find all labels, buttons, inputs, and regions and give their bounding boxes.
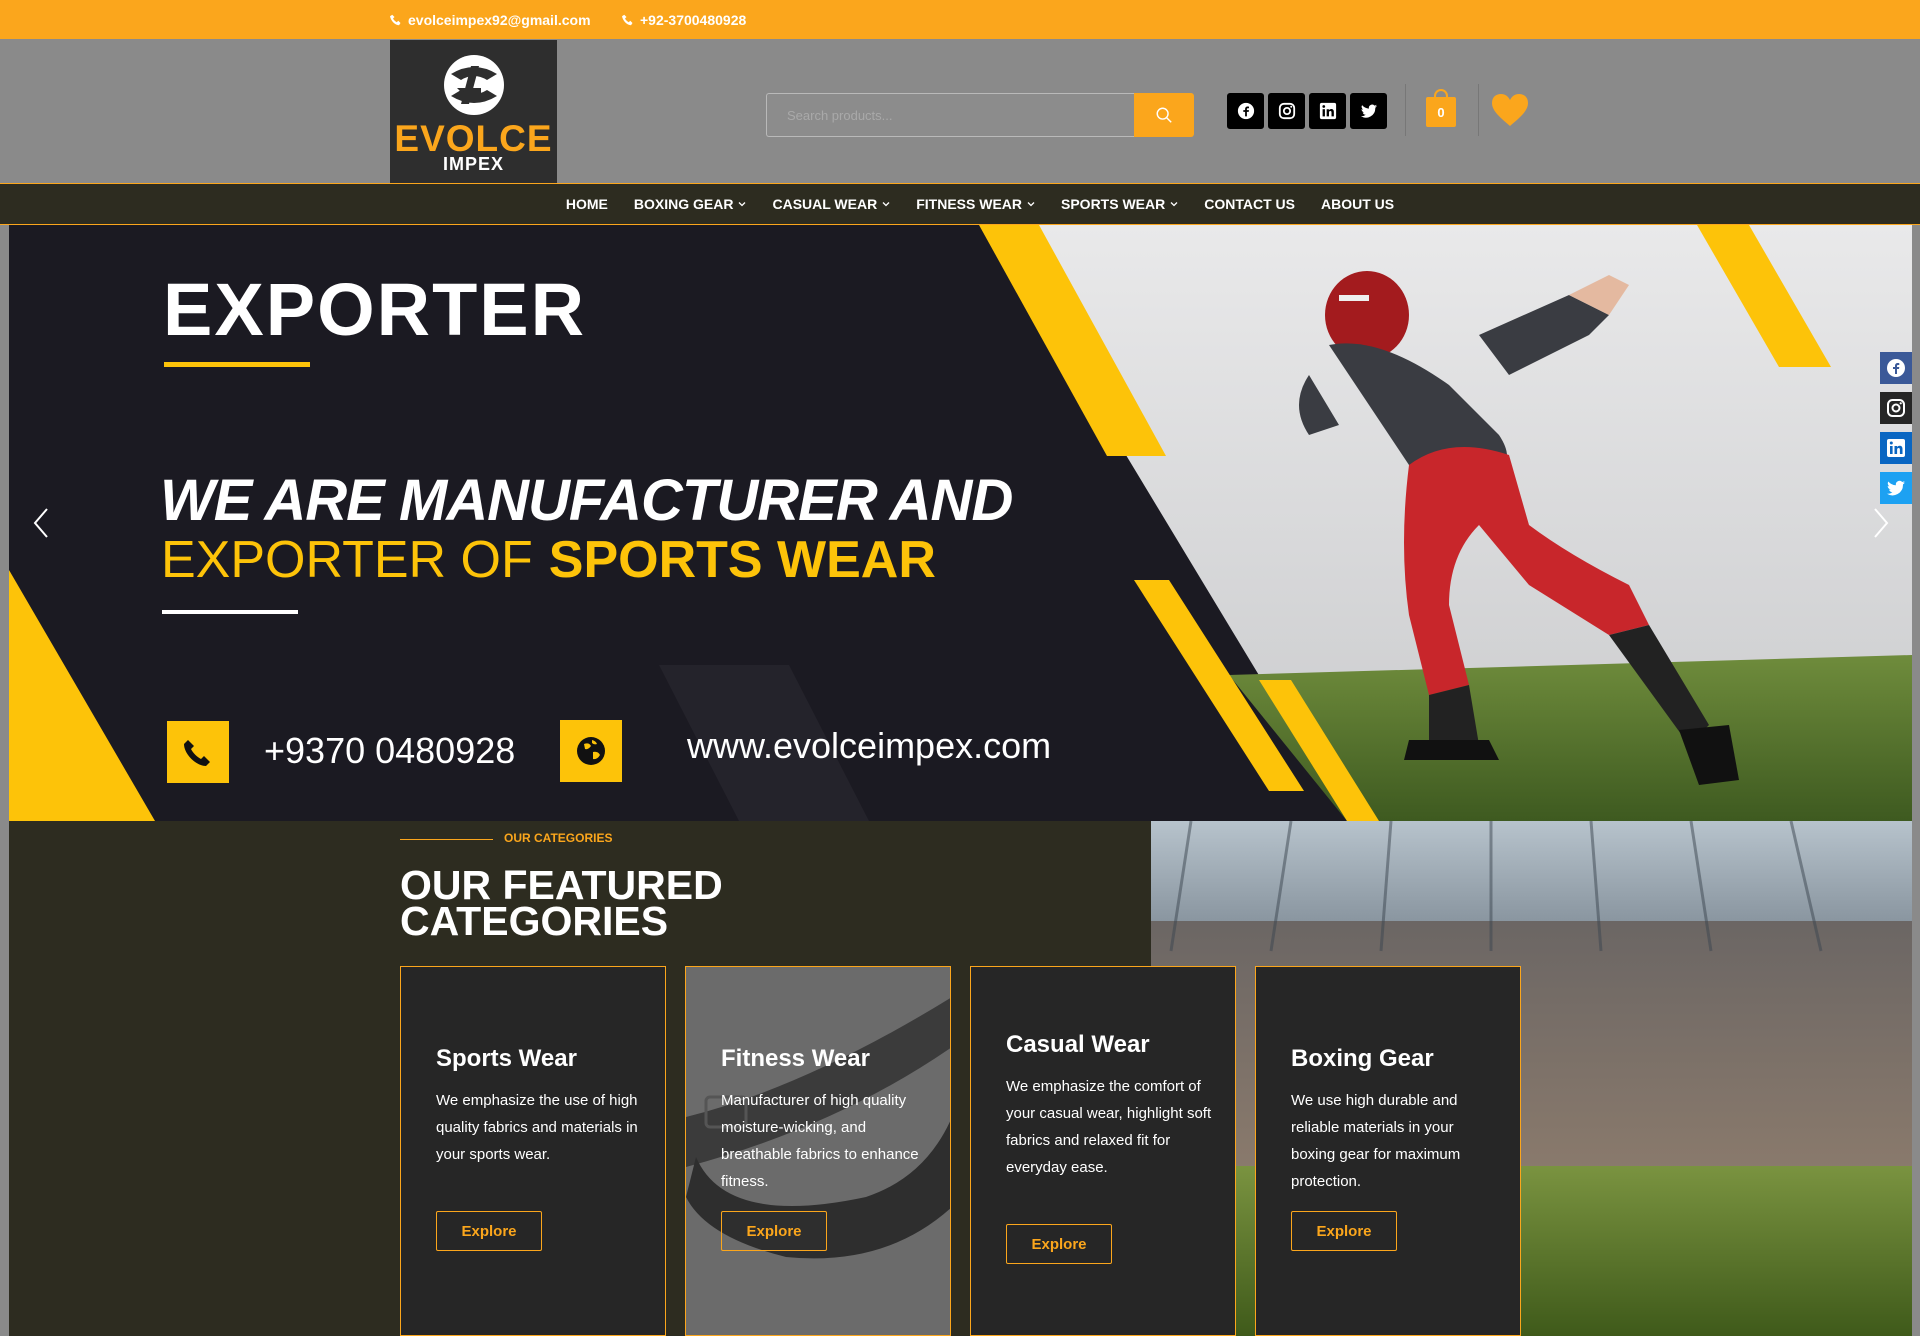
cart-button[interactable]: 0: [1426, 89, 1456, 127]
facebook-link[interactable]: [1227, 93, 1264, 129]
category-card-fitness-wear: Fitness Wear Manufacturer of high qualit…: [685, 966, 951, 1336]
phone-icon: [184, 740, 210, 766]
explore-button[interactable]: Explore: [1291, 1211, 1397, 1251]
side-facebook-link[interactable]: [1880, 352, 1912, 384]
search-button[interactable]: [1134, 93, 1194, 137]
facebook-icon: [1237, 102, 1254, 120]
cart-count: 0: [1426, 97, 1456, 127]
phone-icon: [622, 14, 633, 25]
topbar-phone[interactable]: +92-3700480928: [622, 0, 746, 39]
hero-globe-badge: [560, 720, 622, 782]
chevron-right-icon: [1874, 508, 1889, 538]
category-card-text: Manufacturer of high quality moisture-wi…: [721, 1092, 919, 1190]
header-divider: [1478, 84, 1479, 136]
category-card-casual-wear: Casual Wear We emphasize the comfort of …: [970, 966, 1236, 1336]
side-linkedin-link[interactable]: [1880, 432, 1912, 464]
hero-tagline-line1: WE ARE MANUFACTURER AND: [160, 468, 1013, 533]
category-card-title: Sports Wear: [436, 1045, 577, 1072]
hero-phone: +9370 0480928: [264, 730, 516, 771]
category-card-text: We use high durable and reliable materia…: [1291, 1092, 1461, 1190]
hero-tagline-underline: [162, 610, 298, 614]
section-eyebrow: OUR CATEGORIES: [504, 831, 613, 845]
explore-button[interactable]: Explore: [1006, 1224, 1112, 1264]
eyebrow-line: [400, 839, 493, 840]
nav-item-about-us[interactable]: ABOUT US: [1308, 196, 1407, 212]
twitter-icon: [1887, 480, 1905, 496]
linkedin-icon: [1887, 439, 1905, 457]
hero-heading-underline: [164, 362, 310, 367]
hero-phone-badge: [167, 721, 229, 783]
featured-categories-section: OUR CATEGORIES OUR FEATURED CATEGORIES S…: [9, 821, 1912, 1336]
category-card-title: Fitness Wear: [721, 1045, 870, 1072]
topbar-email[interactable]: evolceimpex92@gmail.com: [390, 0, 591, 39]
explore-button[interactable]: Explore: [436, 1211, 542, 1251]
logo-sub: IMPEX: [442, 153, 504, 174]
side-instagram-link[interactable]: [1880, 392, 1912, 424]
category-card-text: We emphasize the use of high quality fab…: [436, 1092, 638, 1163]
search-icon: [1156, 107, 1172, 123]
wishlist-heart-icon[interactable]: [1490, 92, 1530, 128]
nav-item-boxing-gear[interactable]: BOXING GEAR: [621, 196, 760, 212]
header-divider: [1405, 84, 1406, 136]
globe-icon: [577, 737, 605, 765]
chevron-down-icon: [1027, 202, 1035, 207]
chevron-left-icon: [33, 508, 48, 538]
category-card-boxing-gear: Boxing Gear We use high durable and reli…: [1255, 966, 1521, 1336]
chevron-down-icon: [1170, 202, 1178, 207]
phone-icon: [390, 14, 401, 25]
twitter-link[interactable]: [1350, 93, 1387, 129]
chevron-down-icon: [882, 202, 890, 207]
category-card-title: Boxing Gear: [1291, 1045, 1434, 1072]
site-logo[interactable]: EVOLCE IMPEX: [390, 40, 557, 183]
linkedin-icon: [1319, 102, 1336, 120]
main-navigation: HOME BOXING GEAR CASUAL WEAR FITNESS WEAR SP…: [0, 183, 1920, 225]
top-bar: evolceimpex92@gmail.com +92-3700480928: [0, 0, 1920, 39]
nav-list: HOME BOXING GEAR CASUAL WEAR FITNESS WEAR SP…: [553, 196, 1407, 212]
logo-mark-icon: [443, 54, 504, 115]
instagram-link[interactable]: [1268, 93, 1305, 129]
hero-tagline-line2: EXPORTER OF SPORTS WEAR: [161, 531, 936, 589]
nav-item-sports-wear[interactable]: SPORTS WEAR: [1048, 196, 1191, 212]
hero-tagline-bold: SPORTS WEAR: [548, 531, 936, 589]
instagram-icon: [1887, 399, 1905, 417]
category-card-sports-wear: Sports Wear We emphasize the use of high…: [400, 966, 666, 1336]
category-card-text: We emphasize the comfort of your casual …: [1006, 1078, 1212, 1176]
nav-item-home[interactable]: HOME: [553, 196, 621, 212]
slider-next-button[interactable]: [1871, 507, 1891, 539]
section-title: OUR FEATURED CATEGORIES: [400, 862, 723, 944]
hero-website: www.evolceimpex.com: [687, 725, 1052, 766]
facebook-icon: [1887, 359, 1905, 377]
hero-heading: EXPORTER: [163, 268, 587, 351]
linkedin-link[interactable]: [1309, 93, 1346, 129]
chevron-down-icon: [739, 202, 746, 207]
nav-item-fitness-wear[interactable]: FITNESS WEAR: [903, 196, 1048, 212]
twitter-icon: [1360, 104, 1377, 118]
explore-button[interactable]: Explore: [721, 1211, 827, 1251]
category-card-title: Casual Wear: [1006, 1031, 1150, 1058]
nav-item-casual-wear[interactable]: CASUAL WEAR: [759, 196, 903, 212]
nav-item-contact-us[interactable]: CONTACT US: [1191, 196, 1308, 212]
logo-brand: EVOLCE: [394, 117, 553, 159]
search-bar: [766, 93, 1194, 137]
side-twitter-link[interactable]: [1880, 472, 1912, 504]
instagram-icon: [1278, 102, 1295, 120]
slider-prev-button[interactable]: [31, 507, 51, 539]
search-input[interactable]: [766, 93, 1134, 137]
hero-slider: EXPORTER WE ARE MANUFACTURER AND EXPORTE…: [9, 225, 1912, 821]
